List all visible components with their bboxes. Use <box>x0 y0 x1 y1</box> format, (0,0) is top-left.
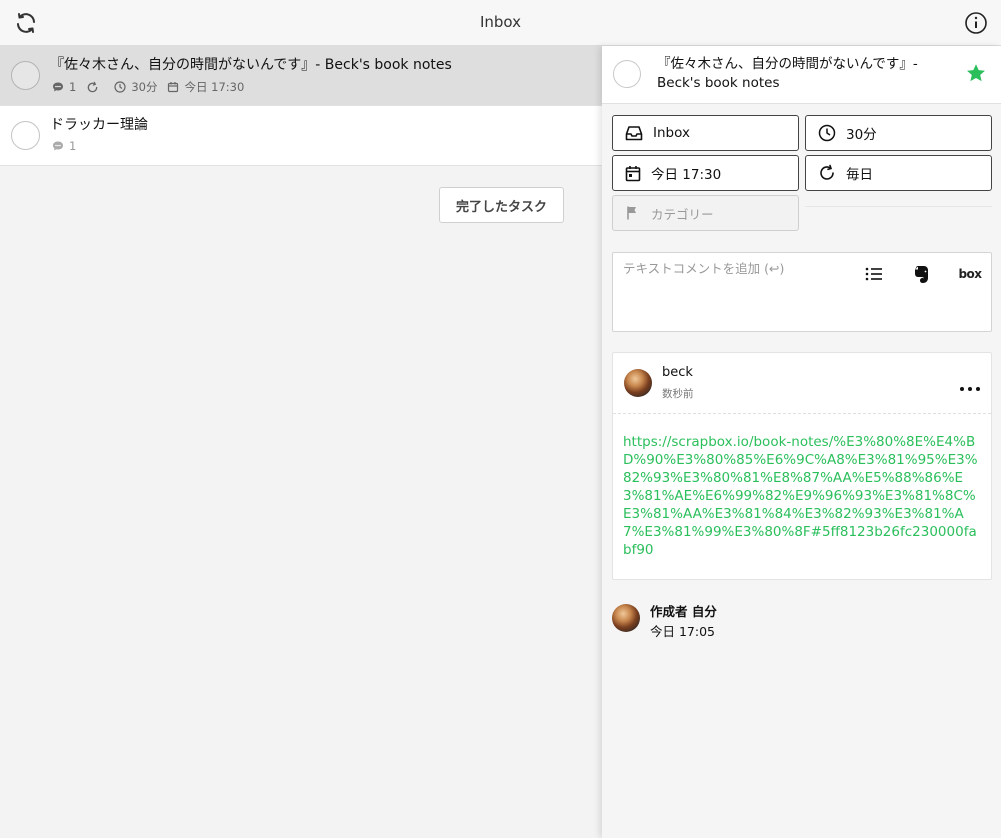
repeat-button[interactable]: 毎日 <box>805 155 992 191</box>
comment-link[interactable]: https://scrapbox.io/book-notes/%E3%80%8E… <box>623 433 983 559</box>
star-button[interactable] <box>965 62 989 86</box>
star-icon <box>967 64 985 82</box>
clock-icon <box>114 81 126 93</box>
avatar <box>624 369 652 397</box>
task-repeat <box>86 81 104 94</box>
attribute-divider <box>805 206 992 207</box>
project-button[interactable]: Inbox <box>612 115 799 151</box>
task-complete-checkbox[interactable] <box>11 121 40 150</box>
list-icon <box>865 267 882 281</box>
flag-icon <box>627 206 636 220</box>
comment-input[interactable] <box>623 261 853 276</box>
comment-author: beck <box>662 365 693 380</box>
task-row[interactable]: ドラッカー理論 1 <box>0 106 602 166</box>
comment-divider <box>613 413 991 414</box>
more-icon <box>960 387 980 391</box>
task-row[interactable]: 『佐々木さん、自分の時間がないんです』- Beck's book notes 1… <box>0 46 602 106</box>
task-meta: 1 <box>52 139 86 153</box>
category-button[interactable]: カテゴリー <box>612 195 799 231</box>
comment-icon <box>53 141 63 151</box>
task-name: ドラッカー理論 <box>50 117 148 133</box>
evernote-button[interactable] <box>911 263 933 285</box>
inbox-icon <box>625 126 643 141</box>
completed-tasks-button[interactable]: 完了したタスク <box>439 187 564 223</box>
detail-complete-checkbox[interactable] <box>613 60 641 88</box>
task-date: 今日 17:30 <box>167 79 244 95</box>
task-duration: 30分 <box>114 79 157 95</box>
comment-icon <box>53 82 63 92</box>
date-button[interactable]: 今日 17:30 <box>612 155 799 191</box>
comment-card: beck 数秒前 https://scrapbox.io/book-notes/… <box>612 352 992 580</box>
duration-button[interactable]: 30分 <box>805 115 992 151</box>
checklist-button[interactable] <box>863 263 885 285</box>
evernote-icon <box>915 266 928 283</box>
calendar-icon <box>625 165 641 181</box>
info-button[interactable] <box>962 9 990 37</box>
box-button[interactable]: box <box>955 263 985 285</box>
box-icon: box <box>958 267 982 281</box>
info-icon <box>965 12 987 34</box>
detail-title[interactable]: 『佐々木さん、自分の時間がないんです』- Beck's book notes <box>657 55 957 93</box>
avatar <box>612 604 640 632</box>
page-title: Inbox <box>479 13 522 31</box>
creator-timestamp: 今日 17:05 <box>650 624 715 639</box>
comment-composer: box <box>612 252 992 332</box>
comment-more-button[interactable] <box>958 381 982 397</box>
comment-timestamp: 数秒前 <box>662 388 694 400</box>
clock-icon <box>818 124 836 142</box>
task-comment-count: 1 <box>52 80 76 94</box>
task-detail-panel: 『佐々木さん、自分の時間がないんです』- Beck's book notes I… <box>602 46 1001 838</box>
calendar-icon <box>168 82 179 93</box>
task-complete-checkbox[interactable] <box>11 61 40 90</box>
task-meta: 1 30分 今日 17:30 <box>52 79 254 95</box>
detail-header: 『佐々木さん、自分の時間がないんです』- Beck's book notes <box>602 46 1001 104</box>
task-name: 『佐々木さん、自分の時間がないんです』- Beck's book notes <box>50 57 452 73</box>
repeat-icon <box>820 164 834 180</box>
creator-label: 作成者 自分 <box>650 604 717 619</box>
top-bar: Inbox <box>0 0 1001 46</box>
task-comment-count: 1 <box>52 139 76 153</box>
task-list: 『佐々木さん、自分の時間がないんです』- Beck's book notes 1… <box>0 46 602 838</box>
repeat-icon <box>88 81 98 92</box>
